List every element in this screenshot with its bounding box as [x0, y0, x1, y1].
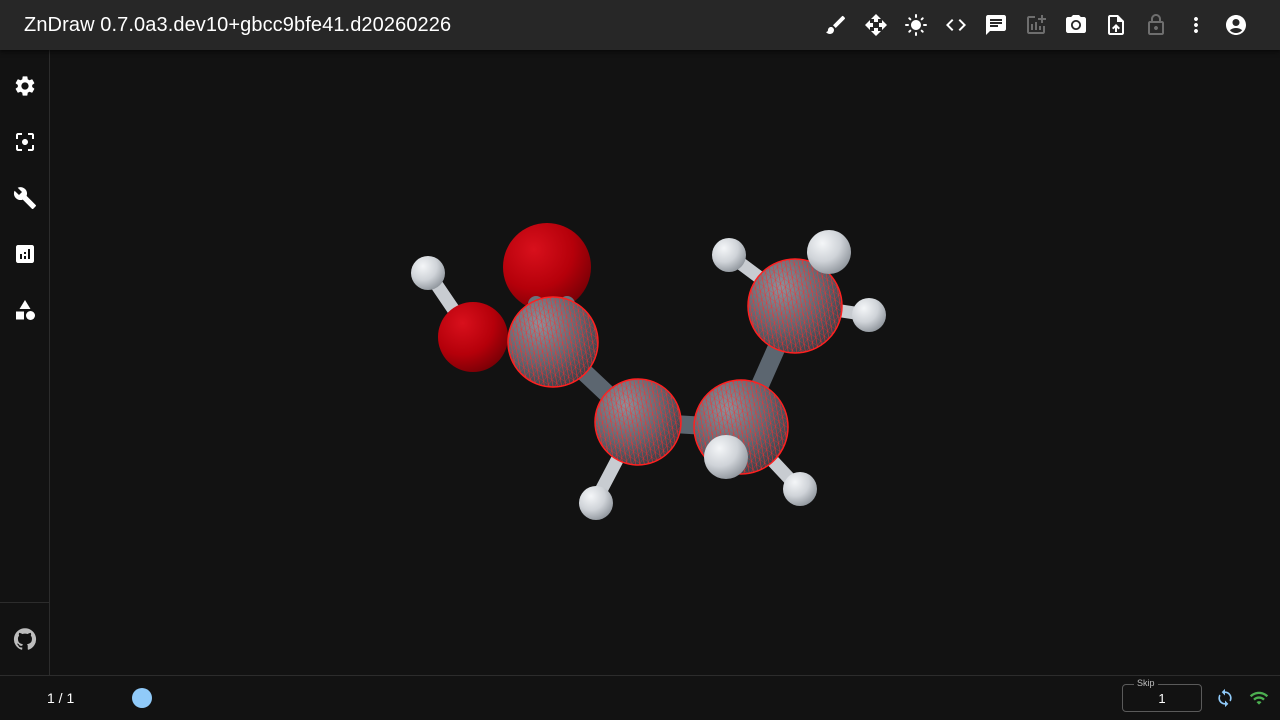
- skip-input[interactable]: [1122, 684, 1202, 712]
- screenshot-button[interactable]: [1056, 5, 1096, 45]
- hydrogen-atom: [411, 256, 445, 290]
- selection-mesh: [594, 378, 682, 466]
- bottom-bar: 1 / 1 Skip: [0, 675, 1280, 720]
- chat-button[interactable]: [976, 5, 1016, 45]
- skip-label: Skip: [1134, 678, 1158, 688]
- sidebar-item-analysis[interactable]: [0, 230, 49, 278]
- upload-button[interactable]: [1096, 5, 1136, 45]
- atoms: [411, 223, 886, 520]
- shapes-icon: [15, 300, 35, 320]
- lock-icon: [1148, 14, 1164, 35]
- molecule-viewer[interactable]: [50, 50, 1280, 675]
- add-plot-button[interactable]: [1016, 5, 1056, 45]
- frame-counter: 1 / 1: [47, 690, 75, 706]
- oxygen-atom: [438, 302, 508, 372]
- sidebar-item-selection[interactable]: [0, 118, 49, 166]
- app-title: ZnDraw 0.7.0a3.dev10+gbcc9bfe41.d2026022…: [24, 14, 452, 36]
- wifi-icon: [1249, 691, 1269, 705]
- skip-control: Skip: [1122, 678, 1202, 712]
- chat-icon: [986, 15, 1006, 35]
- code-button[interactable]: [936, 5, 976, 45]
- move-icon: [865, 14, 887, 36]
- wrench-icon: [13, 187, 36, 209]
- more-menu-button[interactable]: [1176, 5, 1216, 45]
- analytics-icon: [15, 245, 34, 263]
- hydrogen-atom: [704, 435, 748, 479]
- app-bar: ZnDraw 0.7.0a3.dev10+gbcc9bfe41.d2026022…: [0, 0, 1280, 50]
- drawing-mode-button[interactable]: [816, 5, 856, 45]
- selection-mesh: [507, 296, 599, 388]
- hydrogen-atom: [579, 486, 613, 520]
- lock-button[interactable]: [1136, 5, 1176, 45]
- github-link[interactable]: [0, 615, 49, 663]
- toolbar: [816, 5, 1256, 45]
- sidebar-divider: [0, 602, 49, 603]
- more-vert-icon: [1194, 17, 1198, 33]
- sidebar-item-geometries[interactable]: [0, 286, 49, 334]
- sync-button[interactable]: [1213, 686, 1237, 710]
- github-icon: [13, 628, 36, 650]
- brightness-icon: [905, 14, 927, 36]
- account-button[interactable]: [1216, 5, 1256, 45]
- connection-status: [1247, 686, 1271, 710]
- hydrogen-atom: [852, 298, 886, 332]
- hydrogen-atom: [783, 472, 817, 506]
- hydrogen-atom: [807, 230, 851, 274]
- timeline-frame-marker[interactable]: [132, 688, 152, 708]
- code-icon: [946, 19, 966, 31]
- molecule-canvas[interactable]: [50, 50, 1280, 675]
- znDraw-app: ZnDraw 0.7.0a3.dev10+gbcc9bfe41.d2026022…: [0, 0, 1280, 720]
- center-focus-icon: [15, 133, 34, 151]
- sync-icon: [1218, 688, 1232, 708]
- camera-icon: [1066, 15, 1086, 33]
- hydrogen-atom: [712, 238, 746, 272]
- sidebar-item-modifiers[interactable]: [0, 174, 49, 222]
- brush-icon: [826, 15, 846, 35]
- add-chart-icon: [1027, 15, 1046, 34]
- sidebar-item-settings[interactable]: [0, 62, 49, 110]
- upload-file-icon: [1108, 15, 1124, 35]
- account-icon: [1226, 15, 1246, 35]
- gear-icon: [15, 76, 34, 96]
- move-button[interactable]: [856, 5, 896, 45]
- lighting-button[interactable]: [896, 5, 936, 45]
- sidebar: [0, 50, 50, 675]
